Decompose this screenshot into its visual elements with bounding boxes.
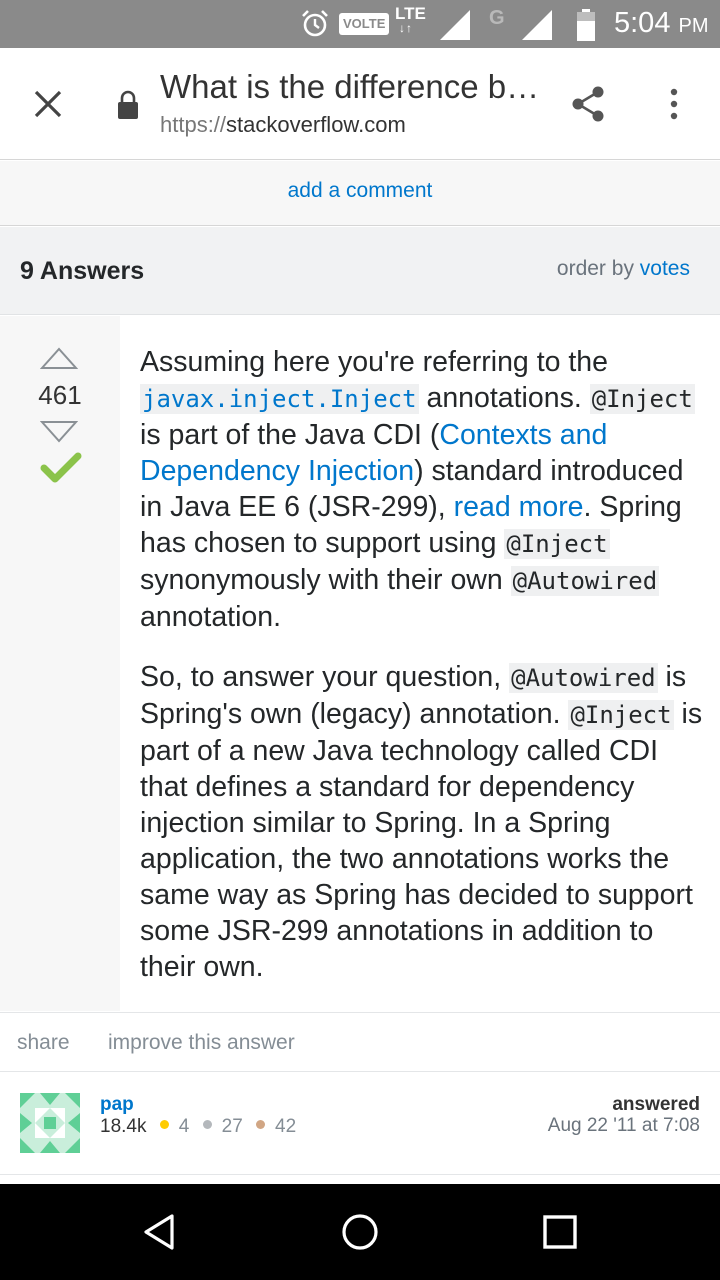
avatar[interactable] [20, 1093, 80, 1153]
system-nav-bar [0, 1184, 720, 1280]
answered-date: Aug 22 '11 at 7:08 [547, 1115, 700, 1136]
comment-strip: add a comment [0, 161, 720, 226]
gold-badge-icon [159, 1120, 169, 1129]
user-name-link[interactable]: pap [100, 1094, 134, 1116]
share-link[interactable]: share [17, 1031, 70, 1055]
share-icon[interactable] [568, 84, 608, 124]
browser-toolbar: What is the difference b… https://stacko… [0, 48, 720, 160]
volte-badge: VOLTE [339, 13, 390, 35]
code-inline: @Inject [504, 529, 610, 559]
vote-column: 461 [0, 316, 120, 1011]
close-icon[interactable] [28, 84, 68, 124]
code-inline: @Autowired [510, 566, 660, 596]
bronze-badges: 42 [256, 1116, 296, 1138]
silver-badge-icon [202, 1120, 212, 1129]
alarm-icon [302, 10, 328, 37]
clock: 5:04 PM [614, 7, 709, 39]
recents-icon[interactable] [542, 1214, 578, 1250]
vote-count: 461 [38, 380, 82, 410]
javax-inject-link[interactable]: javax.inject.Inject [140, 382, 419, 414]
answer-body: Assuming here you're referring to the ja… [140, 344, 710, 1009]
url-text[interactable]: https://stackoverflow.com [160, 112, 406, 138]
order-by-votes-link[interactable]: votes [640, 257, 690, 280]
signal-icon [440, 10, 470, 40]
code-inline: @Autowired [509, 663, 658, 693]
code-inline: @Inject [568, 700, 674, 730]
gold-badges: 4 [159, 1116, 189, 1138]
g-network-label: G [489, 7, 505, 29]
user-reputation: 18.4k 4 27 42 [100, 1116, 296, 1138]
read-more-link[interactable]: read more [454, 491, 584, 523]
answers-count: 9 Answers [20, 257, 145, 285]
silver-badges: 27 [202, 1116, 243, 1138]
answers-header: 9 Answers order by votes [0, 227, 720, 315]
add-comment-link[interactable]: add a comment [0, 179, 720, 203]
order-by: order by votes [556, 257, 690, 280]
bronze-badge-icon [256, 1120, 266, 1129]
answer-actions: share improve this answer [0, 1012, 720, 1072]
status-bar: VOLTE LTE ↓↑ G 5:04 PM [0, 0, 720, 48]
improve-answer-link[interactable]: improve this answer [108, 1031, 295, 1055]
answer-paragraph-2: So, to answer your question, @Autowired … [140, 661, 703, 983]
code-inline: @Inject [589, 384, 695, 414]
page-title: What is the difference b… [160, 68, 540, 105]
lock-icon[interactable] [116, 90, 140, 120]
battery-icon [577, 9, 595, 41]
accepted-check-icon [40, 452, 82, 483]
lte-label: LTE [395, 4, 426, 23]
downvote-icon[interactable] [40, 420, 78, 444]
back-icon[interactable] [140, 1212, 180, 1252]
home-icon[interactable] [340, 1212, 380, 1252]
user-card: pap 18.4k 4 27 42 answered Aug 22 '11 at… [0, 1073, 720, 1175]
answered-label: answered [612, 1094, 700, 1115]
upvote-icon[interactable] [40, 346, 78, 370]
data-activity-icon: ↓↑ [399, 21, 413, 35]
answer-paragraph-1: Assuming here you're referring to the ja… [140, 346, 695, 633]
more-vert-icon[interactable] [662, 84, 686, 124]
reputation-score: 18.4k [100, 1116, 147, 1137]
signal-icon-2 [522, 10, 552, 40]
